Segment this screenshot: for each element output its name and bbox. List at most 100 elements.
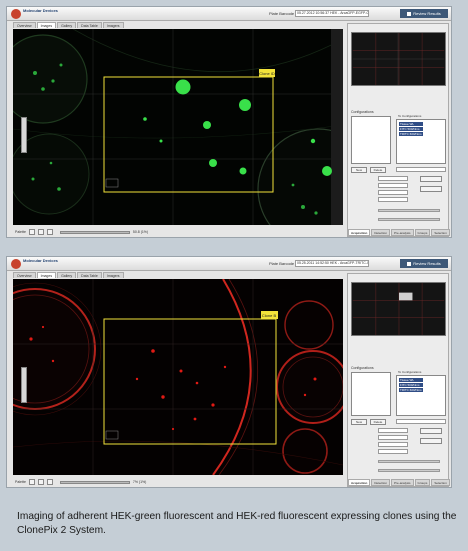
tab-images[interactable]: Images <box>36 22 57 28</box>
setting-field-4[interactable] <box>378 449 408 454</box>
zoom-value: 50.8 (1%) <box>132 230 149 234</box>
plate-barcode-field[interactable]: 05.27.2012 10:56:37 HEK - ArcaGFP-EGFP-0… <box>295 10 369 17</box>
fit-button[interactable] <box>46 479 53 485</box>
config-item[interactable]: Tissue WL <box>399 122 423 126</box>
set-button[interactable] <box>420 176 442 182</box>
figure-caption: Imaging of adherent HEK-green fluorescen… <box>17 511 457 536</box>
show-button[interactable] <box>420 186 442 192</box>
image-viewer-green[interactable]: Clone ID <box>13 29 343 225</box>
focus-slider[interactable] <box>378 469 440 472</box>
roi-label: Clone ID <box>259 71 275 76</box>
thumbnail-grid <box>352 283 445 335</box>
side-tab-handle[interactable] <box>21 367 27 403</box>
tab-groups[interactable]: Groups <box>414 479 431 486</box>
image-statusbar: Palette 7% (1%) <box>13 477 343 487</box>
config-item[interactable]: TRITC 600/Nms <box>399 388 423 392</box>
main-tabs: Overview Images Gallery Data Table Image… <box>13 22 124 28</box>
tab-detection[interactable]: Detection <box>371 229 391 236</box>
setting-field-4[interactable] <box>378 197 408 202</box>
tab-acquisition[interactable]: Acquisition <box>348 479 371 486</box>
available-configs-list[interactable] <box>351 116 391 164</box>
screenshot-window-green: Molecular Devices Plate Barcode 05.27.20… <box>6 6 452 238</box>
tab-acquisition[interactable]: Acquisition <box>348 229 371 236</box>
new-config-button[interactable]: New <box>351 167 367 173</box>
plate-barcode-label: Plate Barcode <box>269 261 295 266</box>
selected-configs-list[interactable]: Tissue WL FITC 500/Nms TRITC 600/Nms <box>396 375 446 416</box>
roi-label: Clone B <box>262 313 277 318</box>
screenshot-window-red: Molecular Devices Plate Barcode 05.25.20… <box>6 256 452 488</box>
delete-config-button[interactable]: Delete <box>370 419 386 425</box>
configurations-title: Configurations <box>351 366 374 370</box>
tab-images[interactable]: Images <box>36 272 57 278</box>
set-button[interactable] <box>420 428 442 434</box>
config-dropdown[interactable] <box>396 167 446 172</box>
config-item[interactable]: FITC 500/Nms <box>399 383 423 387</box>
setting-field-2[interactable] <box>378 183 408 188</box>
palette-label: Palette <box>15 480 26 484</box>
tab-imagers[interactable]: Imagers <box>102 22 124 28</box>
panel-tabs: Acquisition Detection Pre-analysis Group… <box>348 229 450 236</box>
fit-button[interactable] <box>46 229 53 235</box>
thumbnail-grid <box>352 33 445 85</box>
tab-overview[interactable]: Overview <box>13 22 36 28</box>
zoom-slider[interactable] <box>59 230 130 234</box>
config-dropdown[interactable] <box>396 419 446 424</box>
tab-data-table[interactable]: Data Table <box>77 272 102 278</box>
to-configs-header: To Configurations <box>398 114 422 118</box>
setting-field-1[interactable] <box>378 428 408 433</box>
well-thumbnail[interactable] <box>351 32 446 86</box>
selected-configs-list[interactable]: Tissue WL FITC 500/Nms TRITC 600/Nms <box>396 119 446 164</box>
tab-gallery[interactable]: Gallery <box>57 272 77 278</box>
setting-field-1[interactable] <box>378 176 408 181</box>
zoom-slider[interactable] <box>59 480 130 484</box>
delete-config-button[interactable]: Delete <box>370 167 386 173</box>
tab-imagers[interactable]: Imagers <box>102 272 124 278</box>
zoom-in-button[interactable] <box>37 229 44 235</box>
zoom-value: 7% (1%) <box>132 480 147 484</box>
molecular-devices-logo-icon <box>11 259 21 269</box>
main-tabs: Overview Images Gallery Data Table Image… <box>13 272 124 278</box>
image-statusbar: Palette 50.8 (1%) <box>13 227 343 237</box>
show-button[interactable] <box>420 438 442 444</box>
zoom-out-button[interactable] <box>28 229 35 235</box>
setting-field-3[interactable] <box>378 442 408 447</box>
red-fluorescence-image: Clone B <box>13 279 343 475</box>
zoom-out-button[interactable] <box>28 479 35 485</box>
config-item[interactable]: FITC 500/Nms <box>399 127 423 131</box>
tab-selection[interactable]: Selection <box>431 229 450 236</box>
config-item[interactable]: TRITC 600/Nms <box>399 132 423 136</box>
plate-barcode-field[interactable]: 05.25.2011 14:52:50 HEK - ArcaGFP-TRITC-… <box>295 260 369 267</box>
exposure-slider[interactable] <box>378 460 440 463</box>
tab-groups[interactable]: Groups <box>414 229 431 236</box>
exposure-slider[interactable] <box>378 209 440 212</box>
to-configs-header: To Configurations <box>398 370 422 374</box>
acquisition-panel: Configurations To Configurations Tissue … <box>347 23 450 237</box>
tab-overview[interactable]: Overview <box>13 272 36 278</box>
tab-detection[interactable]: Detection <box>371 479 391 486</box>
well-thumbnail[interactable] <box>351 282 446 336</box>
setting-field-2[interactable] <box>378 435 408 440</box>
green-fluorescence-image: Clone ID <box>13 29 343 225</box>
available-configs-list[interactable] <box>351 372 391 416</box>
zoom-in-button[interactable] <box>37 479 44 485</box>
setting-field-3[interactable] <box>378 190 408 195</box>
palette-label: Palette <box>15 230 26 234</box>
config-item[interactable]: Tissue WL <box>399 378 423 382</box>
tab-selection[interactable]: Selection <box>431 479 450 486</box>
side-tab-handle[interactable] <box>21 117 27 153</box>
tab-pre-analysis[interactable]: Pre-analysis <box>391 229 414 236</box>
acquisition-panel: Configurations To Configurations Tissue … <box>347 273 450 487</box>
molecular-devices-logo-icon <box>11 9 21 19</box>
plate-barcode-label: Plate Barcode <box>269 11 295 16</box>
focus-slider[interactable] <box>378 218 440 221</box>
review-results-button[interactable]: Review Results <box>400 259 448 268</box>
new-config-button[interactable]: New <box>351 419 367 425</box>
title-bar: Molecular Devices Plate Barcode 05.27.20… <box>7 7 451 21</box>
configurations-title: Configurations <box>351 110 374 114</box>
image-viewer-red[interactable]: Clone B <box>13 279 343 475</box>
app-name: Molecular Devices <box>23 8 58 13</box>
tab-gallery[interactable]: Gallery <box>57 22 77 28</box>
tab-data-table[interactable]: Data Table <box>77 22 102 28</box>
tab-pre-analysis[interactable]: Pre-analysis <box>391 479 414 486</box>
review-results-button[interactable]: Review Results <box>400 9 448 18</box>
